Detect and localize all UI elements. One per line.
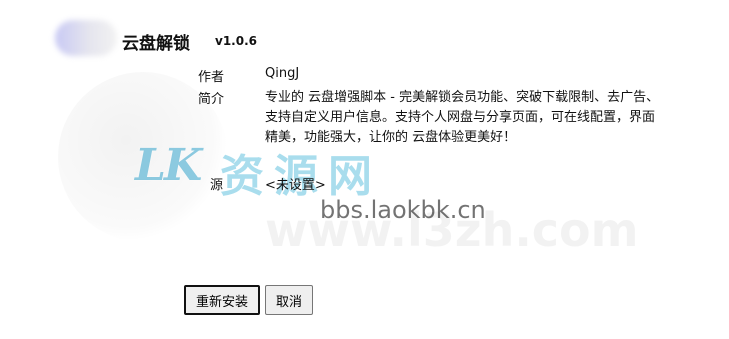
author-label: 作者: [198, 70, 225, 85]
description-label: 简介: [198, 92, 225, 107]
script-version: v1.0.6: [215, 34, 257, 48]
script-icon: [55, 20, 117, 56]
watermark-brand-text: 资源网: [220, 151, 382, 202]
watermark-brand-mark: LK: [135, 140, 202, 191]
reinstall-button[interactable]: 重新安装: [184, 285, 260, 315]
watermark-url-primary: bbs.laokbk.cn: [320, 196, 486, 224]
install-dialog: LK 资源网 www.l3zh.com bbs.laokbk.cn 云盘解锁 v…: [0, 0, 729, 339]
script-name: 云盘解锁: [122, 34, 190, 54]
description-value: 专业的 云盘增强脚本 - 完美解锁会员功能、突破下载限制、去广告、支持自定义用户…: [265, 90, 660, 145]
cancel-button[interactable]: 取消: [265, 285, 313, 315]
source-label: 源: [210, 178, 224, 193]
author-value: QingJ: [265, 66, 300, 81]
source-value: <未设置>: [265, 178, 326, 193]
